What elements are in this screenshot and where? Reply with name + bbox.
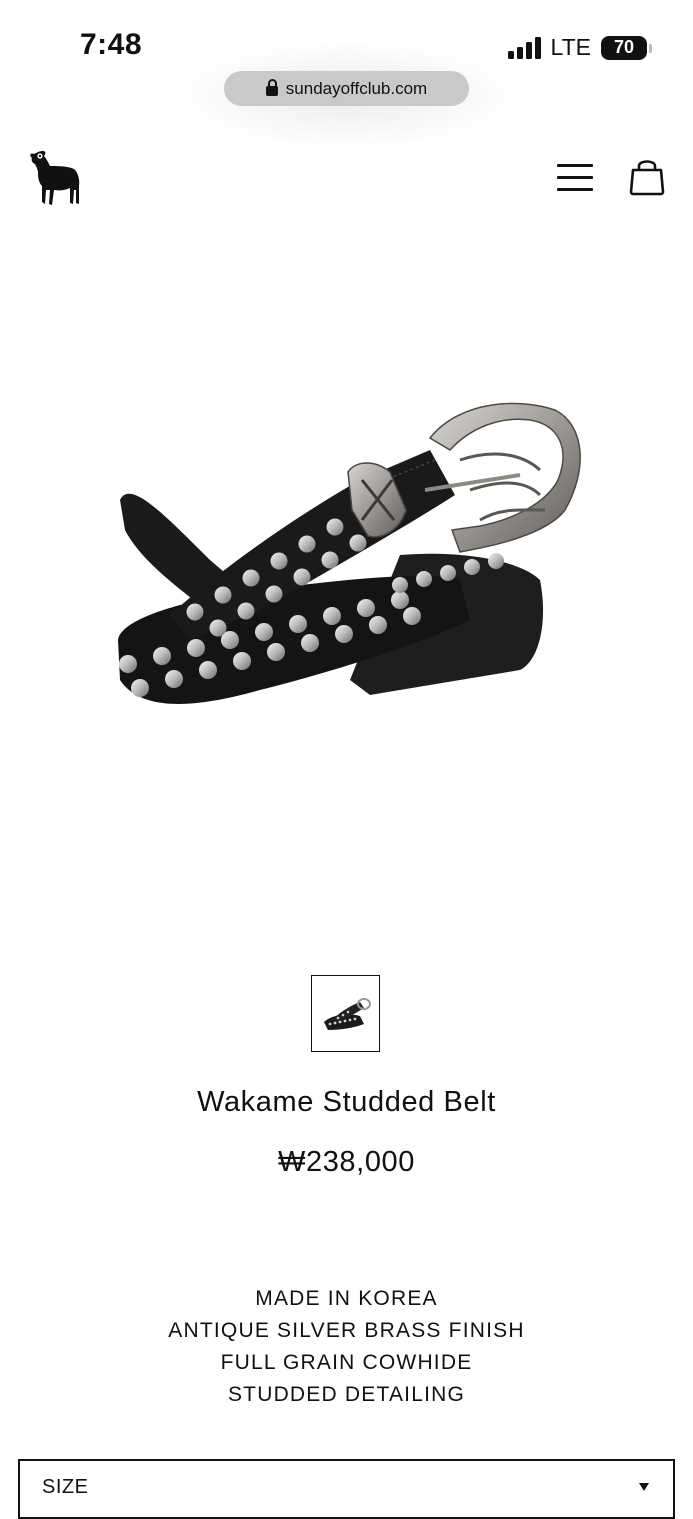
- url-text: sundayoffclub.com: [285, 78, 428, 98]
- chevron-down-icon: [639, 1483, 649, 1491]
- network-type: LTE: [550, 34, 591, 60]
- product-title: Wakame Studded Belt: [197, 1086, 496, 1118]
- product-price: ₩238,000: [278, 1146, 415, 1178]
- size-select-label: SIZE: [42, 1476, 89, 1498]
- size-select[interactable]: SIZE: [18, 1459, 675, 1519]
- url-bar[interactable]: sundayoffclub.com: [224, 71, 469, 106]
- detail-line: ANTIQUE SILVER BRASS FINISH: [168, 1319, 525, 1342]
- lock-icon: [265, 79, 278, 96]
- product-details: MADE IN KOREA ANTIQUE SILVER BRASS FINIS…: [0, 1283, 693, 1411]
- lamb-logo-icon[interactable]: [28, 146, 82, 208]
- detail-line: STUDDED DETAILING: [227, 1383, 466, 1406]
- detail-line: FULL GRAIN COWHIDE: [220, 1351, 473, 1374]
- hamburger-menu-icon[interactable]: [557, 162, 595, 194]
- status-indicators: LTE 70: [507, 34, 652, 61]
- detail-line: MADE IN KOREA: [255, 1287, 438, 1310]
- battery-level: 70: [613, 37, 635, 57]
- shopping-bag-icon[interactable]: [628, 156, 666, 196]
- status-time: 7:48: [80, 28, 143, 61]
- product-thumbnail[interactable]: [311, 975, 380, 1052]
- product-image[interactable]: [100, 380, 600, 740]
- battery-icon: 70: [601, 35, 652, 60]
